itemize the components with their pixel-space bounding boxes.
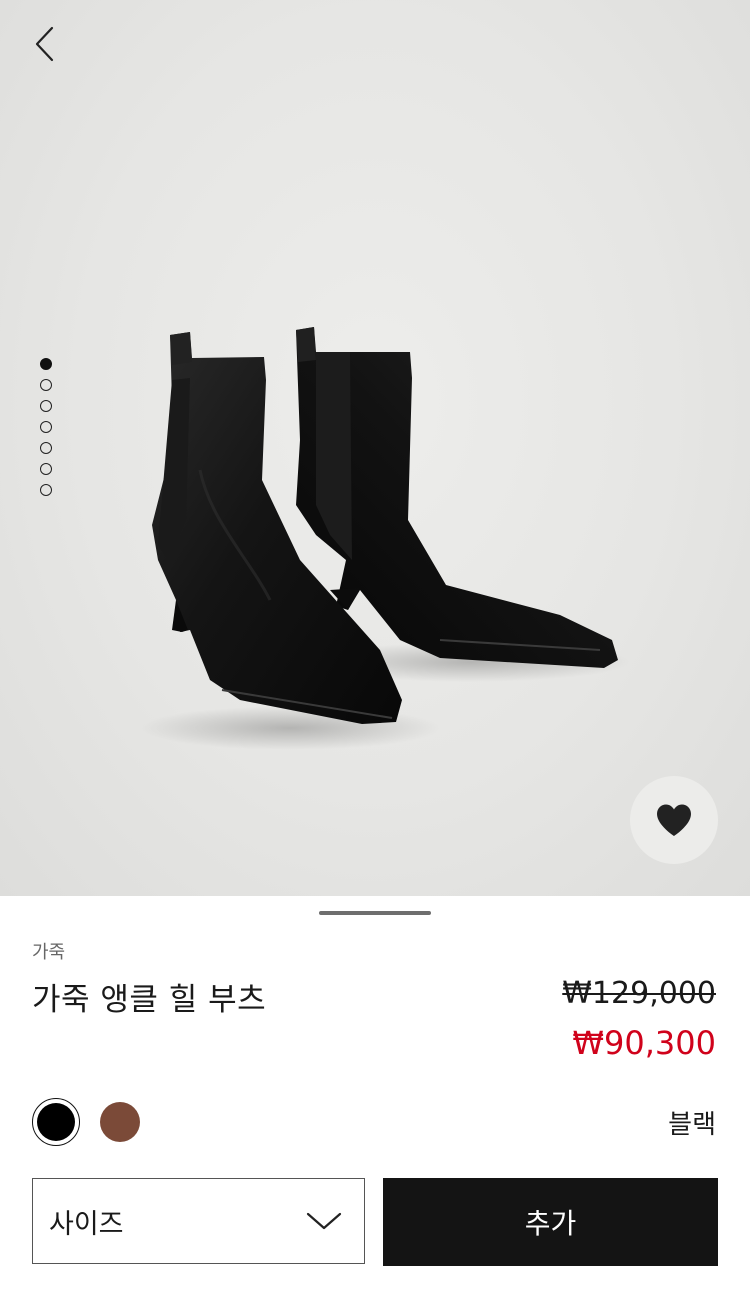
gallery-dot[interactable] [40, 463, 52, 475]
add-to-cart-button[interactable]: 추가 [383, 1178, 718, 1266]
product-category: 가죽 [32, 942, 66, 963]
product-title: 가죽 앵클 힐 부츠 [32, 982, 267, 1018]
selected-color-label: 블랙 [668, 1110, 716, 1140]
size-select[interactable]: 사이즈 [32, 1178, 365, 1264]
product-image-gallery[interactable] [0, 0, 750, 896]
color-swatch-black[interactable] [32, 1098, 80, 1146]
chevron-left-icon [35, 26, 54, 62]
chevron-down-icon [306, 1212, 342, 1230]
color-swatch-brown[interactable] [100, 1102, 140, 1142]
size-select-label: 사이즈 [49, 1208, 124, 1240]
back-button[interactable] [22, 22, 66, 66]
gallery-dot[interactable] [40, 484, 52, 496]
gallery-dot[interactable] [40, 421, 52, 433]
gallery-dot[interactable] [40, 379, 52, 391]
favorite-button[interactable] [630, 776, 718, 864]
sale-price: ₩90,300 [572, 1024, 716, 1062]
color-swatch-black-fill [37, 1103, 75, 1141]
sheet-handle[interactable] [319, 911, 431, 915]
product-image [140, 327, 630, 750]
original-price: ₩129,000 [562, 976, 716, 1011]
gallery-dot[interactable] [40, 358, 52, 370]
gallery-pagination [40, 358, 54, 505]
gallery-dot[interactable] [40, 442, 52, 454]
heart-icon [657, 804, 691, 836]
gallery-dot[interactable] [40, 400, 52, 412]
